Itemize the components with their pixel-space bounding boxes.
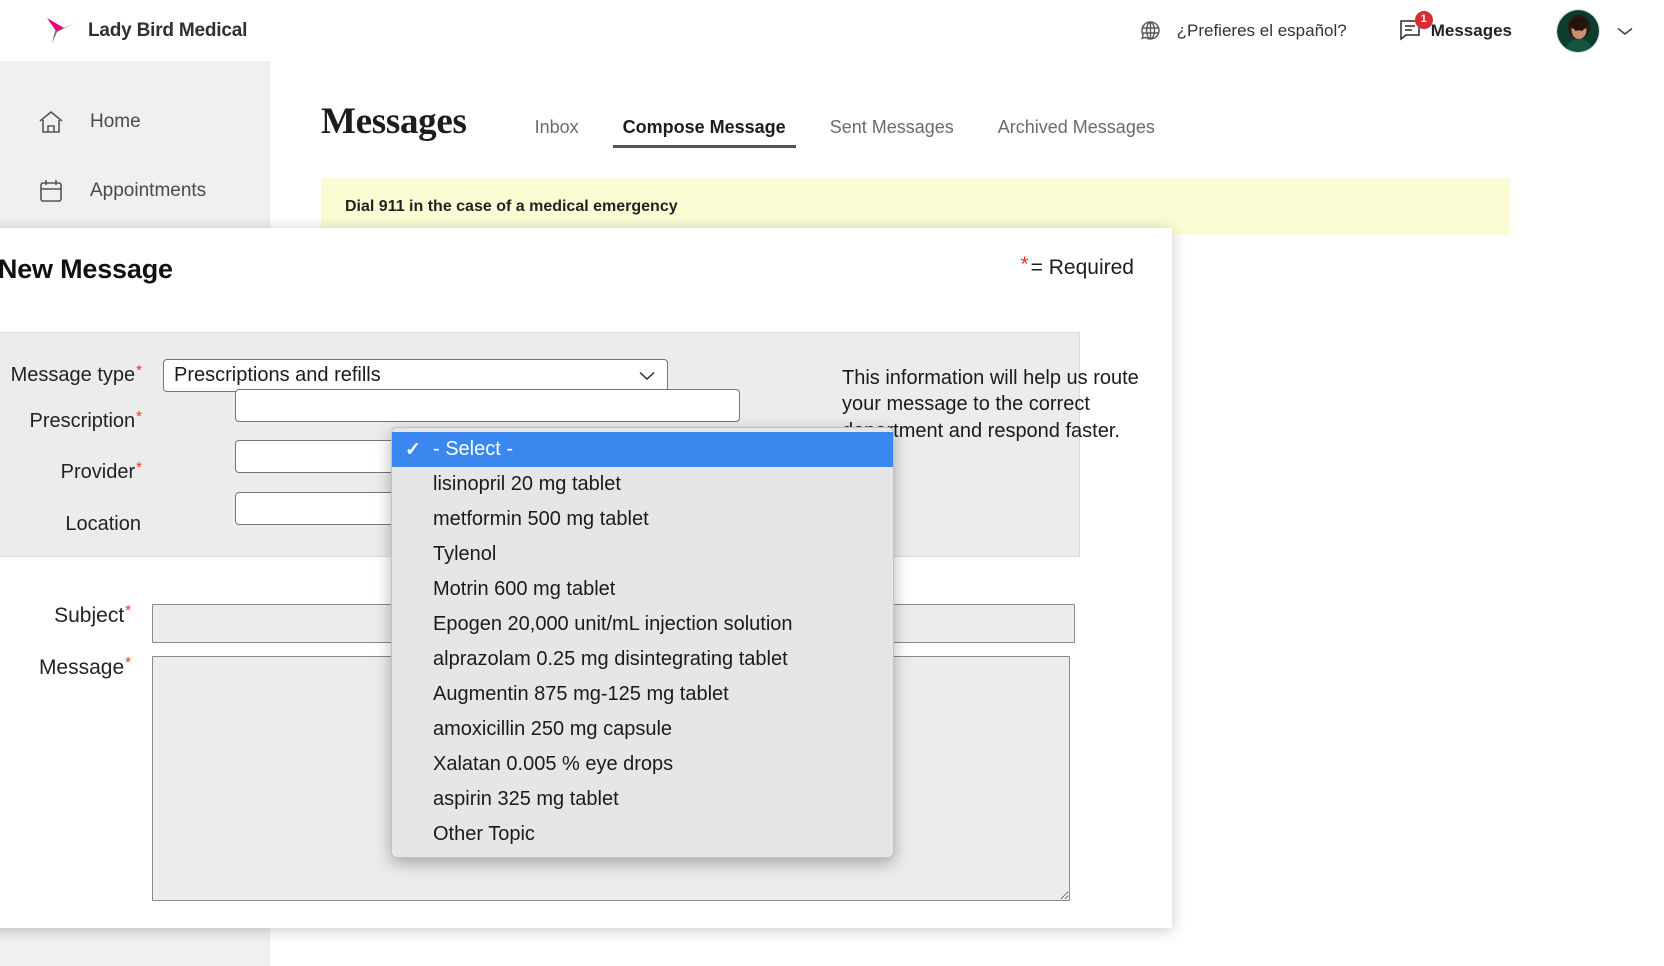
dropdown-option-label: - Select - [433, 438, 514, 460]
calendar-icon [36, 176, 66, 206]
sidebar-item-label: Home [90, 111, 141, 132]
top-header-bar: Lady Bird Medical ¿Prefieres el español? [0, 0, 1664, 61]
dropdown-option[interactable]: lisinopril 20 mg tablet [392, 467, 893, 502]
message-type-label: Message type* [0, 362, 143, 387]
language-toggle-link[interactable]: ¿Prefieres el español? [1137, 17, 1347, 45]
dropdown-option-label: Epogen 20,000 unit/mL injection solution [433, 613, 793, 635]
dropdown-option[interactable]: Tylenol [392, 537, 893, 572]
sidebar-item-appointments[interactable]: Appointments [0, 166, 270, 216]
bird-logo-icon [44, 16, 78, 46]
provider-label: Provider* [0, 459, 143, 484]
dropdown-option-label: aspirin 325 mg tablet [433, 788, 619, 810]
modal-title: Compose New Message [0, 254, 173, 284]
subject-label-text: Subject [54, 604, 125, 627]
chevron-down-icon[interactable] [1614, 24, 1636, 38]
dropdown-option[interactable]: ✓ - Select - [392, 432, 893, 467]
dropdown-option[interactable]: aspirin 325 mg tablet [392, 782, 893, 817]
message-type-select[interactable]: Prescriptions and refills [163, 359, 668, 392]
dropdown-option-label: amoxicillin 250 mg capsule [433, 718, 673, 740]
message-label: Message* [0, 654, 131, 680]
required-asterisk: * [136, 459, 142, 476]
home-icon [36, 107, 66, 137]
tab-sent-messages[interactable]: Sent Messages [808, 117, 976, 148]
dropdown-option-label: Tylenol [433, 543, 497, 565]
location-label: Location [0, 513, 143, 536]
required-legend: * = Required [1020, 253, 1134, 280]
language-link-label: ¿Prefieres el español? [1176, 20, 1347, 40]
dropdown-option[interactable]: amoxicillin 250 mg capsule [392, 712, 893, 747]
dropdown-option[interactable]: Other Topic [392, 817, 893, 852]
globe-speech-bubble-icon [1137, 17, 1165, 45]
avatar [1556, 8, 1600, 53]
dropdown-option-label: Xalatan 0.005 % eye drops [433, 753, 674, 775]
required-asterisk: * [1020, 253, 1029, 276]
dropdown-option[interactable]: metformin 500 mg tablet [392, 502, 893, 537]
dropdown-option[interactable]: Motrin 600 mg tablet [392, 572, 893, 607]
page-title: Messages [321, 101, 467, 142]
tab-inbox[interactable]: Inbox [513, 117, 601, 148]
messages-unread-badge: 1 [1414, 10, 1433, 29]
dropdown-option[interactable]: Xalatan 0.005 % eye drops [392, 747, 893, 782]
message-label-text: Message [38, 656, 125, 679]
messages-link[interactable]: 1 Messages [1397, 10, 1512, 46]
dropdown-option-label: alprazolam 0.25 mg disintegrating tablet [433, 648, 788, 670]
dropdown-option-label: lisinopril 20 mg tablet [433, 473, 621, 495]
prescription-dropdown-menu[interactable]: ✓ - Select - lisinopril 20 mg tablet met… [391, 427, 894, 858]
required-legend-label: = Required [1030, 256, 1134, 279]
message-type-label-text: Message type [10, 364, 136, 386]
required-asterisk: * [125, 602, 131, 619]
required-asterisk: * [136, 408, 142, 425]
brand-name: Lady Bird Medical [88, 19, 248, 41]
location-label-text: Location [65, 513, 141, 535]
emergency-alert-text: Dial 911 in the case of a medical emerge… [345, 197, 678, 215]
dropdown-option-label: Other Topic [433, 823, 535, 845]
prescription-label: Prescription* [0, 408, 143, 433]
dropdown-option-label: metformin 500 mg tablet [433, 508, 649, 530]
page-header: Messages Inbox Compose Message Sent Mess… [321, 100, 1177, 148]
dropdown-option-label: Augmentin 875 mg-125 mg tablet [433, 683, 729, 705]
prescription-select[interactable] [235, 389, 740, 422]
messages-tabs: Inbox Compose Message Sent Messages Arch… [513, 117, 1177, 148]
sidebar-item-label: Appointments [90, 180, 207, 201]
tab-compose-message[interactable]: Compose Message [601, 117, 808, 148]
emergency-alert-banner: Dial 911 in the case of a medical emerge… [321, 178, 1510, 235]
messages-icon-wrap: 1 [1397, 10, 1433, 46]
message-type-value: Prescriptions and refills [174, 364, 381, 386]
required-asterisk: * [125, 654, 131, 671]
app-root: Lady Bird Medical ¿Prefieres el español? [0, 0, 1664, 966]
messages-link-label: Messages [1430, 20, 1512, 40]
sidebar-item-home[interactable]: Home [0, 97, 270, 147]
chevron-down-icon [637, 364, 657, 387]
check-icon: ✓ [405, 439, 421, 460]
user-menu[interactable] [1556, 8, 1636, 53]
provider-label-text: Provider [60, 461, 136, 483]
required-asterisk: * [136, 362, 142, 379]
dropdown-option[interactable]: Epogen 20,000 unit/mL injection solution [392, 607, 893, 642]
subject-label: Subject* [0, 602, 131, 628]
dropdown-option-label: Motrin 600 mg tablet [433, 578, 616, 600]
dropdown-option[interactable]: Augmentin 875 mg-125 mg tablet [392, 677, 893, 712]
tab-archived-messages[interactable]: Archived Messages [976, 117, 1177, 148]
dropdown-option[interactable]: alprazolam 0.25 mg disintegrating tablet [392, 642, 893, 677]
prescription-label-text: Prescription [29, 410, 136, 432]
brand-logo-link[interactable]: Lady Bird Medical [44, 16, 247, 46]
header-actions: ¿Prefieres el español? 1 Messages [1137, 8, 1636, 53]
